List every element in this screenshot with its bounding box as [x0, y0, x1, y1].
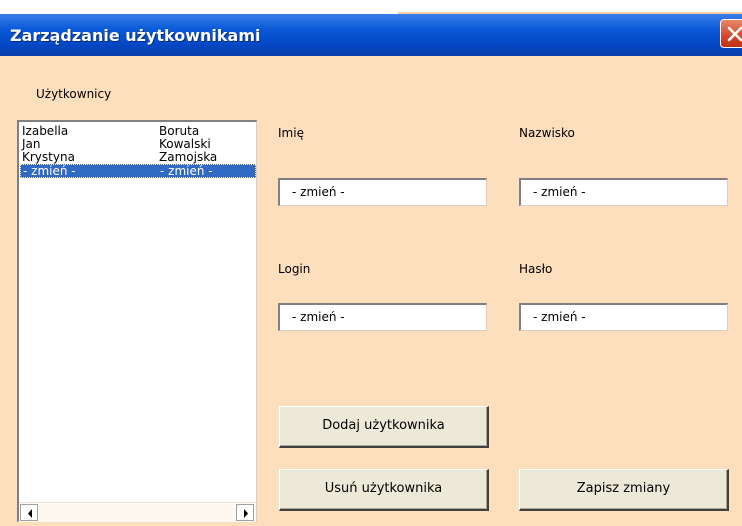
login-label: Login	[278, 262, 311, 276]
user-last-name: Kowalski	[159, 137, 211, 151]
list-item-selected[interactable]: - zmień - - zmień -	[20, 164, 256, 178]
save-changes-button[interactable]: Zapisz zmiany	[519, 469, 729, 511]
user-last-name: - zmień -	[160, 164, 213, 178]
last-name-field[interactable]: - zmień -	[519, 178, 728, 206]
list-item[interactable]: Jan Kowalski	[20, 137, 256, 151]
horizontal-scrollbar[interactable]	[19, 502, 256, 522]
users-label: Użytkownicy	[36, 87, 112, 101]
close-icon	[727, 26, 742, 42]
user-first-name: Jan	[22, 137, 41, 151]
window-title: Zarządzanie użytkownikami	[10, 26, 261, 45]
title-bar[interactable]: Zarządzanie użytkownikami	[0, 14, 742, 56]
user-first-name: Krystyna	[22, 150, 75, 164]
list-item[interactable]: Krystyna Zamojska	[20, 150, 256, 164]
add-user-button[interactable]: Dodaj użytkownika	[279, 406, 489, 448]
users-listbox[interactable]: Izabella Boruta Jan Kowalski Krystyna Za…	[17, 120, 257, 522]
first-name-field[interactable]: - zmień -	[278, 178, 487, 206]
list-item[interactable]: Izabella Boruta	[20, 124, 256, 138]
user-last-name: Boruta	[159, 124, 200, 138]
login-field[interactable]: - zmień -	[278, 303, 487, 331]
arrow-left-icon	[28, 509, 32, 518]
last-name-label: Nazwisko	[519, 126, 575, 140]
password-field[interactable]: - zmień -	[519, 303, 728, 331]
remove-user-button[interactable]: Usuń użytkownika	[279, 469, 489, 511]
password-label: Hasło	[519, 262, 553, 276]
user-first-name: - zmień -	[23, 164, 76, 178]
dialog-client-area: Użytkownicy Izabella Boruta Jan Kowalski…	[0, 56, 742, 526]
first-name-label: Imię	[278, 126, 304, 140]
scroll-left-button[interactable]	[20, 504, 38, 521]
top-strip	[0, 0, 742, 14]
arrow-right-icon	[244, 509, 248, 518]
scroll-right-button[interactable]	[236, 504, 254, 521]
close-button[interactable]	[720, 19, 742, 48]
user-first-name: Izabella	[22, 124, 69, 138]
user-last-name: Zamojska	[159, 150, 218, 164]
